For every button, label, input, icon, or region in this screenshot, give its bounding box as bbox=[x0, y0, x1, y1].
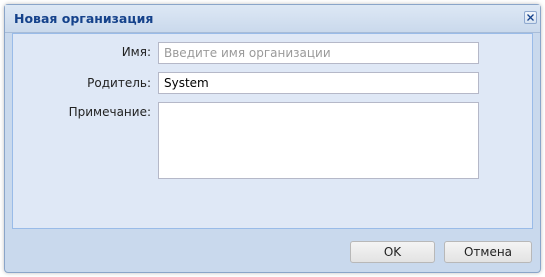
dialog-title: Новая организация bbox=[14, 11, 154, 26]
new-organization-dialog: Новая организация Имя: Родитель: Примеча… bbox=[4, 4, 541, 273]
form-panel: Имя: Родитель: Примечание: bbox=[12, 33, 533, 229]
name-input[interactable] bbox=[158, 42, 479, 64]
ok-button[interactable]: OK bbox=[350, 241, 435, 263]
note-textarea[interactable] bbox=[158, 102, 479, 179]
note-label: Примечание: bbox=[68, 105, 151, 119]
cancel-button[interactable]: Отмена bbox=[444, 241, 532, 263]
close-icon[interactable] bbox=[524, 11, 537, 24]
dialog-titlebar[interactable]: Новая организация bbox=[5, 5, 540, 33]
name-label: Имя: bbox=[121, 45, 151, 59]
parent-label: Родитель: bbox=[87, 76, 151, 90]
parent-input[interactable] bbox=[158, 72, 479, 94]
